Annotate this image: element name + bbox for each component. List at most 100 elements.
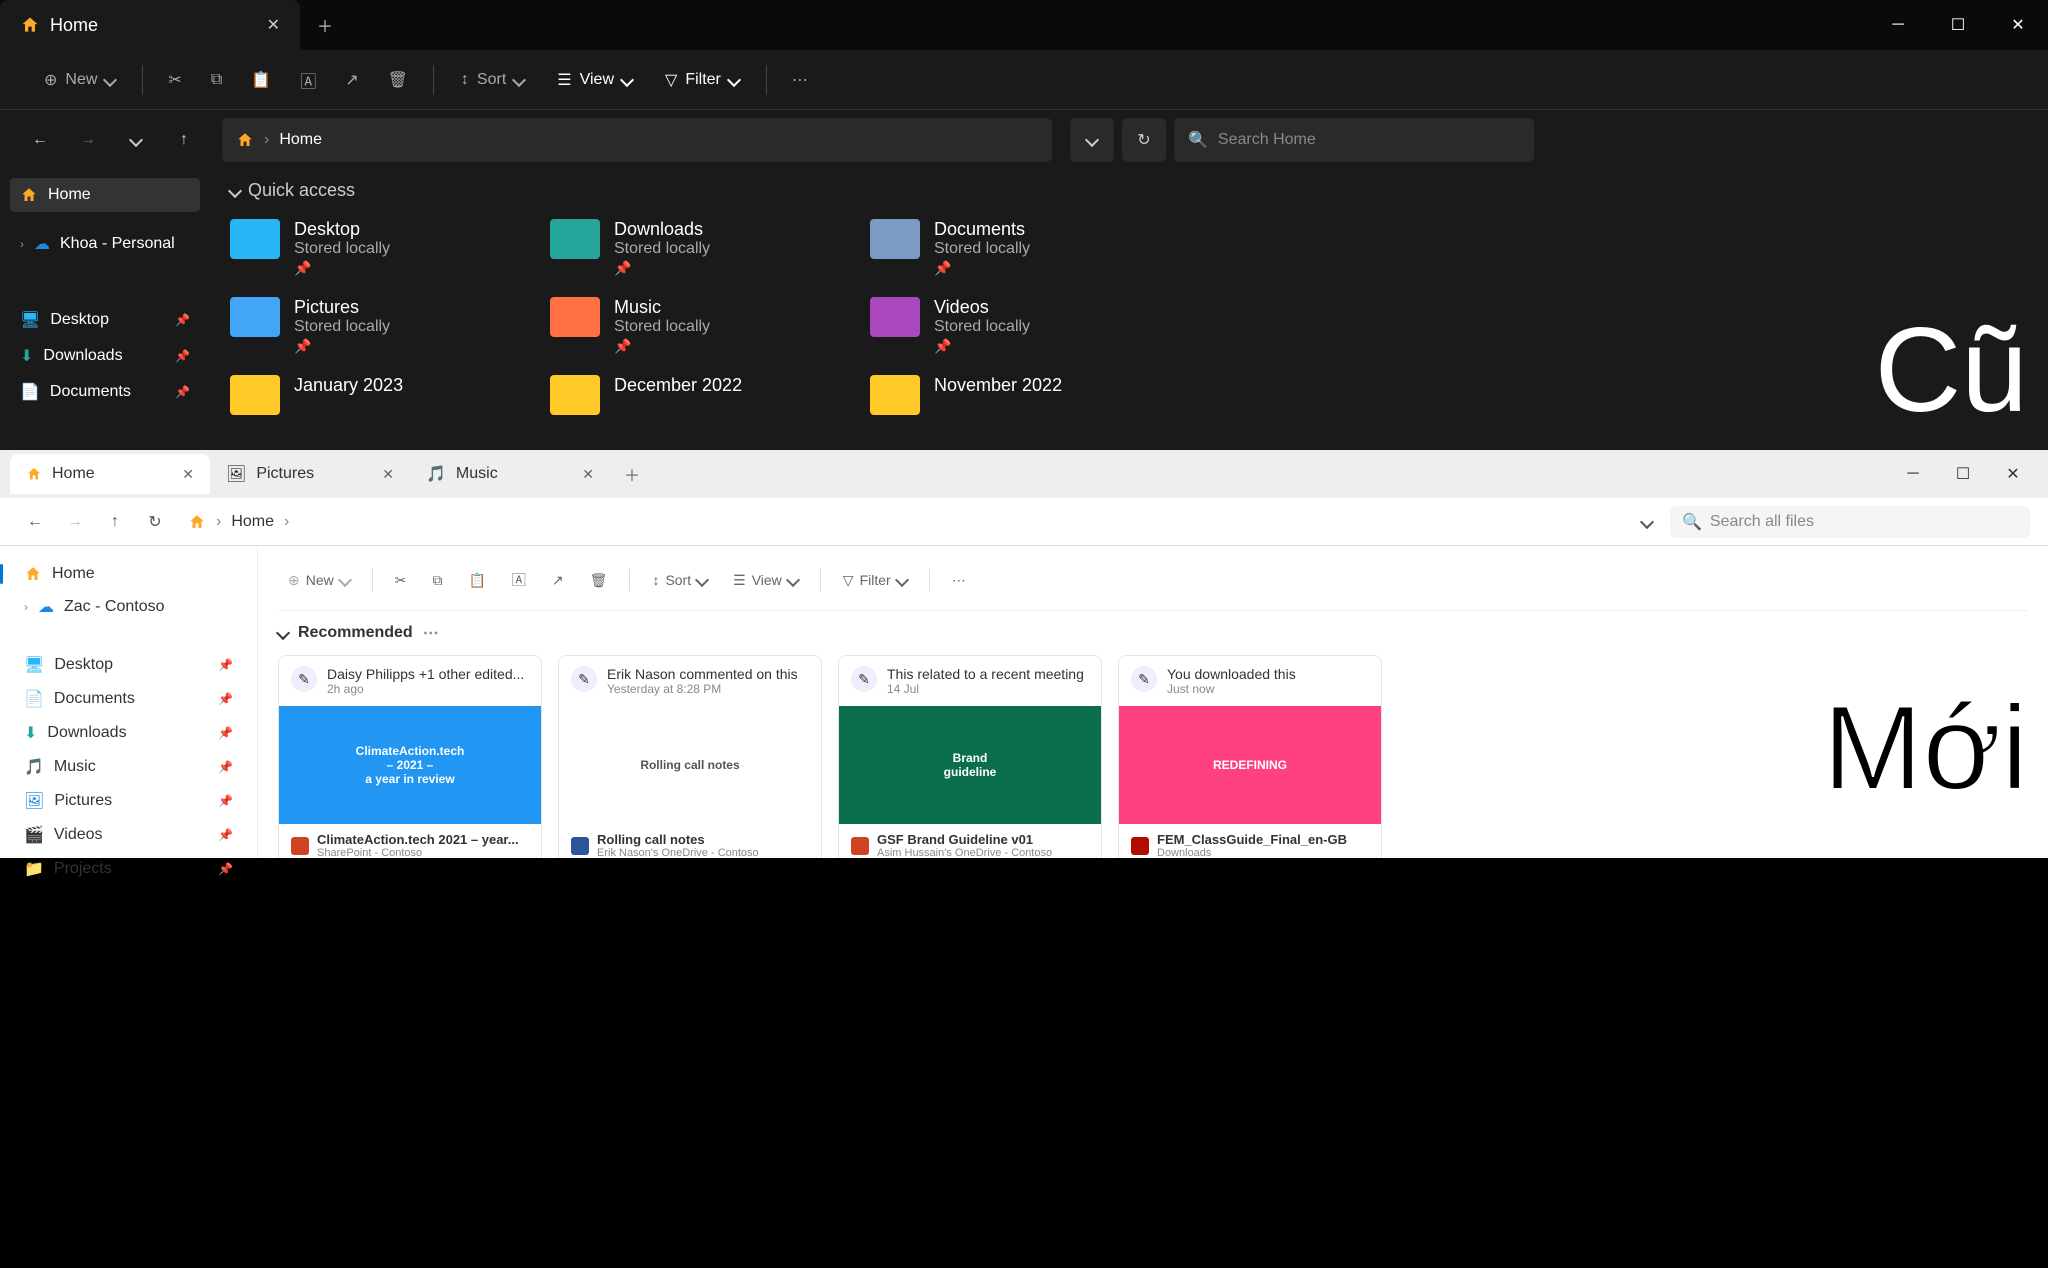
more-icon[interactable]: ⋯ bbox=[423, 623, 439, 643]
filter-button[interactable]: ▽Filter bbox=[651, 62, 753, 98]
back-button[interactable]: ← bbox=[20, 120, 60, 160]
sidebar-item-documents[interactable]: 📄 Documents 📌 bbox=[14, 682, 243, 716]
quick-access-folder[interactable]: January 2023 bbox=[230, 375, 540, 415]
pin-icon: 📌 bbox=[218, 828, 233, 842]
home-icon bbox=[20, 186, 38, 204]
new-button[interactable]: ⊕New bbox=[278, 566, 360, 595]
sidebar-item-documents[interactable]: 📄Documents📌 bbox=[10, 374, 200, 410]
sidebar-label: Music bbox=[54, 758, 96, 776]
sidebar-item-onedrive[interactable]: › ☁ Khoa - Personal bbox=[10, 226, 200, 262]
tab-home[interactable]: Home ✕ bbox=[0, 0, 300, 50]
history-dropdown[interactable] bbox=[1070, 118, 1114, 162]
close-icon[interactable]: ✕ bbox=[182, 466, 194, 483]
sidebar-item-pictures[interactable]: 🖼 Pictures 📌 bbox=[14, 784, 243, 818]
rename-button[interactable]: 🄰 bbox=[288, 60, 328, 100]
tab-home[interactable]: Home ✕ bbox=[10, 454, 210, 494]
chevron-down-icon bbox=[1085, 133, 1099, 147]
copy-button[interactable]: ⧉ bbox=[199, 63, 234, 97]
breadcrumb-home[interactable]: Home bbox=[279, 131, 322, 149]
section-label: Quick access bbox=[248, 180, 355, 201]
section-recommended[interactable]: Recommended ⋯ bbox=[278, 623, 2028, 643]
new-tab-button[interactable]: ＋ bbox=[610, 462, 654, 486]
card-title: Erik Nason commented on this bbox=[607, 666, 798, 682]
copy-icon: ⧉ bbox=[211, 71, 222, 89]
quick-access-folder[interactable]: Music Stored locally📌 bbox=[550, 297, 860, 355]
search-input[interactable]: 🔍 Search Home bbox=[1174, 118, 1534, 162]
sidebar-item-desktop[interactable]: 🖥 Desktop 📌 bbox=[14, 648, 243, 682]
close-icon[interactable]: ✕ bbox=[582, 466, 594, 483]
sidebar: Home ›☁Zac - Contoso 🖥 Desktop 📌 📄 Docum… bbox=[0, 546, 258, 858]
view-label: View bbox=[580, 71, 614, 89]
sidebar-item-onedrive[interactable]: ›☁Zac - Contoso bbox=[14, 590, 243, 624]
cut-button[interactable]: ✂ bbox=[385, 566, 417, 595]
paste-button[interactable]: 📋 bbox=[239, 62, 283, 98]
folder-name: Pictures bbox=[294, 297, 390, 318]
maximize-button[interactable]: ☐ bbox=[1938, 456, 1988, 492]
maximize-button[interactable]: ☐ bbox=[1928, 5, 1988, 45]
sidebar-item-home[interactable]: Home bbox=[10, 178, 200, 212]
close-button[interactable]: ✕ bbox=[1988, 456, 2038, 492]
paste-button[interactable]: 📋 bbox=[458, 566, 495, 595]
up-button[interactable]: ↑ bbox=[98, 505, 132, 539]
recommended-card[interactable]: ✎ You downloaded this Just now REDEFININ… bbox=[1118, 655, 1382, 858]
address-bar[interactable]: › Home bbox=[222, 118, 1052, 162]
quick-access-folder[interactable]: November 2022 bbox=[870, 375, 1180, 415]
up-button[interactable]: ↑ bbox=[164, 120, 204, 160]
forward-button[interactable]: → bbox=[58, 505, 92, 539]
sidebar-item-desktop[interactable]: 🖥Desktop📌 bbox=[10, 302, 200, 338]
sidebar-label: Documents bbox=[54, 690, 135, 708]
quick-access-folder[interactable]: Downloads Stored locally📌 bbox=[550, 219, 860, 277]
recommended-card[interactable]: ✎ Erik Nason commented on this Yesterday… bbox=[558, 655, 822, 858]
section-quick-access[interactable]: Quick access bbox=[230, 180, 2028, 201]
minimize-button[interactable]: ─ bbox=[1888, 456, 1938, 492]
sort-button[interactable]: ↕Sort bbox=[642, 566, 717, 594]
refresh-button[interactable]: ↻ bbox=[138, 505, 172, 539]
quick-access-folder[interactable]: Desktop Stored locally📌 bbox=[230, 219, 540, 277]
sidebar-item-downloads[interactable]: ⬇ Downloads 📌 bbox=[14, 716, 243, 750]
close-button[interactable]: ✕ bbox=[1988, 5, 2048, 45]
quick-access-folder[interactable]: Videos Stored locally📌 bbox=[870, 297, 1180, 355]
cut-button[interactable]: ✂ bbox=[156, 62, 193, 98]
breadcrumb-home[interactable]: Home bbox=[231, 513, 274, 531]
recommended-card[interactable]: ✎ Daisy Philipps +1 other edited... 2h a… bbox=[278, 655, 542, 858]
back-button[interactable]: ← bbox=[18, 505, 52, 539]
more-button[interactable]: ⋯ bbox=[780, 62, 820, 98]
new-tab-button[interactable]: ＋ bbox=[300, 13, 350, 37]
recent-button[interactable] bbox=[116, 120, 156, 160]
sidebar-item-videos[interactable]: 🎬 Videos 📌 bbox=[14, 818, 243, 852]
more-button[interactable]: ⋯ bbox=[942, 566, 976, 595]
refresh-button[interactable]: ↻ bbox=[1122, 118, 1166, 162]
forward-button[interactable]: → bbox=[68, 120, 108, 160]
sort-icon: ↕ bbox=[652, 572, 659, 588]
delete-button[interactable]: 🗑 bbox=[376, 62, 420, 98]
sidebar-label: Downloads bbox=[43, 347, 122, 365]
view-button[interactable]: ☰View bbox=[723, 566, 808, 595]
close-icon[interactable]: ✕ bbox=[267, 15, 280, 35]
delete-button[interactable]: 🗑 bbox=[580, 566, 618, 595]
chevron-right-icon[interactable]: › bbox=[20, 237, 24, 251]
breadcrumb[interactable]: › Home › bbox=[178, 513, 1624, 531]
filter-button[interactable]: ▽Filter bbox=[833, 566, 917, 595]
share-button[interactable]: ↗ bbox=[333, 62, 370, 98]
sidebar-item-projects[interactable]: 📁 Projects 📌 bbox=[14, 852, 243, 886]
close-icon[interactable]: ✕ bbox=[382, 466, 394, 483]
recommended-card[interactable]: ✎ This related to a recent meeting 14 Ju… bbox=[838, 655, 1102, 858]
sidebar-item-downloads[interactable]: ⬇Downloads📌 bbox=[10, 338, 200, 374]
quick-access-folder[interactable]: Documents Stored locally📌 bbox=[870, 219, 1180, 277]
copy-button[interactable]: ⧉ bbox=[422, 566, 452, 595]
view-button[interactable]: ☰View bbox=[543, 62, 646, 98]
search-input[interactable]: 🔍 Search all files bbox=[1670, 506, 2030, 538]
sort-button[interactable]: ↕Sort bbox=[447, 63, 538, 97]
quick-access-folder[interactable]: December 2022 bbox=[550, 375, 860, 415]
quick-access-folder[interactable]: Pictures Stored locally📌 bbox=[230, 297, 540, 355]
new-button[interactable]: ⊕ New bbox=[30, 62, 129, 98]
share-button[interactable]: ↗ bbox=[542, 566, 574, 595]
rename-button[interactable]: 🄰 bbox=[502, 564, 536, 596]
minimize-button[interactable]: ─ bbox=[1868, 5, 1928, 45]
sidebar-item-home[interactable]: Home bbox=[14, 558, 243, 590]
sidebar-item-music[interactable]: 🎵 Music 📌 bbox=[14, 750, 243, 784]
tab-pictures[interactable]: 🖼 Pictures ✕ bbox=[210, 454, 410, 494]
chevron-right-icon[interactable]: › bbox=[24, 600, 28, 614]
tab-music[interactable]: 🎵 Music ✕ bbox=[410, 454, 610, 494]
history-dropdown[interactable] bbox=[1630, 505, 1664, 539]
